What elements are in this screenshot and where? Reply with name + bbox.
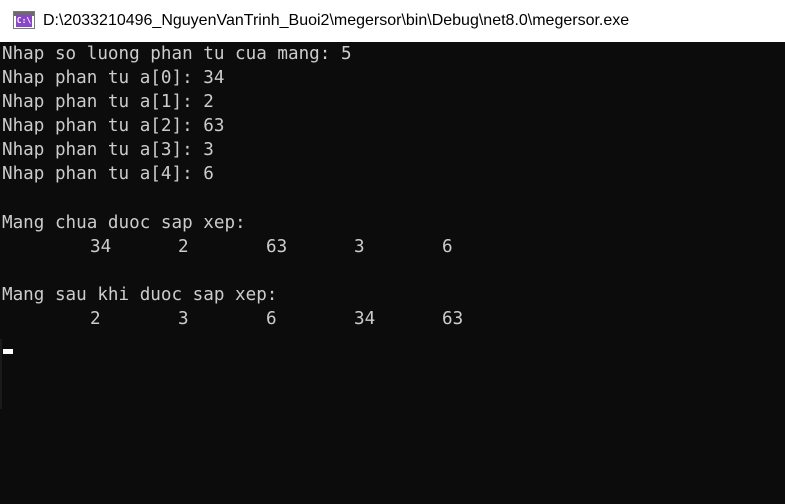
- title-bar[interactable]: C:\ D:\2033210496_NguyenVanTrinh_Buoi2\m…: [0, 0, 785, 42]
- unsorted-value: 2: [178, 237, 189, 257]
- sorted-value: 34: [354, 309, 376, 329]
- unsorted-heading: Mang chua duoc sap xep:: [2, 213, 246, 233]
- text-cursor: [3, 349, 13, 354]
- console-line-input-2: Nhap phan tu a[2]: 63: [2, 116, 225, 136]
- console-app-icon[interactable]: C:\: [13, 11, 35, 29]
- unsorted-value: 6: [442, 237, 453, 257]
- sorted-value: 6: [266, 309, 277, 329]
- console-line-input-1: Nhap phan tu a[1]: 2: [2, 92, 214, 112]
- unsorted-value: 34: [90, 237, 112, 257]
- console-line-input-4: Nhap phan tu a[4]: 6: [2, 164, 214, 184]
- console-window: C:\ D:\2033210496_NguyenVanTrinh_Buoi2\m…: [0, 0, 785, 504]
- sorted-value: 63: [442, 309, 464, 329]
- console-line-input-0: Nhap phan tu a[0]: 34: [2, 68, 225, 88]
- left-edge-marker: [0, 339, 2, 409]
- icon-glyph: C:\: [16, 15, 32, 27]
- sorted-heading: Mang sau khi duoc sap xep:: [2, 285, 278, 305]
- window-title: D:\2033210496_NguyenVanTrinh_Buoi2\meger…: [43, 12, 630, 29]
- console-output[interactable]: Nhap so luong phan tu cua mang: 5 Nhap p…: [0, 42, 785, 504]
- unsorted-value: 3: [354, 237, 365, 257]
- console-line-count-prompt: Nhap so luong phan tu cua mang: 5: [2, 44, 352, 64]
- unsorted-value: 63: [266, 237, 288, 257]
- console-line-input-3: Nhap phan tu a[3]: 3: [2, 140, 214, 160]
- sorted-value: 3: [178, 309, 189, 329]
- sorted-value: 2: [90, 309, 101, 329]
